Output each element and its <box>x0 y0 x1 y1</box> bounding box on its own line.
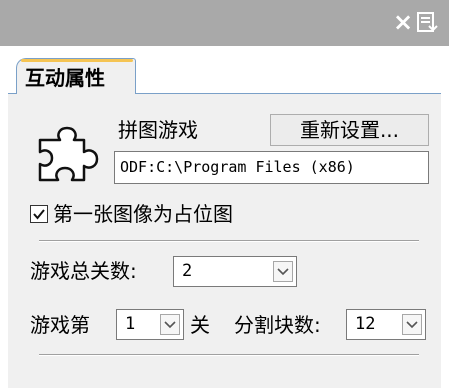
tab-label: 互动属性 <box>25 66 105 90</box>
tab-active-accent <box>21 59 133 62</box>
image-path-field[interactable]: ODF:C:\Program Files (x86) <box>114 151 429 184</box>
chevron-down-icon[interactable] <box>273 261 293 282</box>
divider-top <box>39 240 419 242</box>
divider-bottom <box>39 354 419 356</box>
chevron-down-icon[interactable] <box>160 314 180 335</box>
first-image-placeholder-checkbox[interactable] <box>30 205 48 223</box>
first-image-placeholder-label: 第一张图像为占位图 <box>53 202 233 226</box>
pieces-count-value: 12 <box>355 314 376 334</box>
game-title: 拼图游戏 <box>118 118 198 142</box>
panel-titlebar: × <box>0 0 449 46</box>
total-levels-label: 游戏总关数: <box>30 259 137 283</box>
tab-interaction-properties[interactable]: 互动属性 <box>16 58 136 94</box>
chevron-down-icon[interactable] <box>402 314 422 335</box>
level-prefix-label: 游戏第 <box>30 313 90 337</box>
current-level-select[interactable]: 1 <box>116 309 184 340</box>
total-levels-select[interactable]: 2 <box>173 256 297 287</box>
panel-menu-icon[interactable] <box>416 11 440 35</box>
pieces-count-select[interactable]: 12 <box>346 309 426 340</box>
checkmark-icon <box>33 209 45 220</box>
close-icon[interactable]: × <box>392 8 414 36</box>
reset-settings-button[interactable]: 重新设置... <box>270 114 429 146</box>
properties-panel: × 互动属性 拼图游戏 重新设置... ODF:C:\Program Files… <box>0 0 449 391</box>
total-levels-value: 2 <box>182 261 193 281</box>
first-image-placeholder-option[interactable]: 第一张图像为占位图 <box>30 201 233 227</box>
pieces-count-label: 分割块数: <box>234 313 321 337</box>
level-suffix-label: 关 <box>190 313 210 337</box>
puzzle-icon <box>34 126 100 188</box>
current-level-value: 1 <box>125 314 136 334</box>
